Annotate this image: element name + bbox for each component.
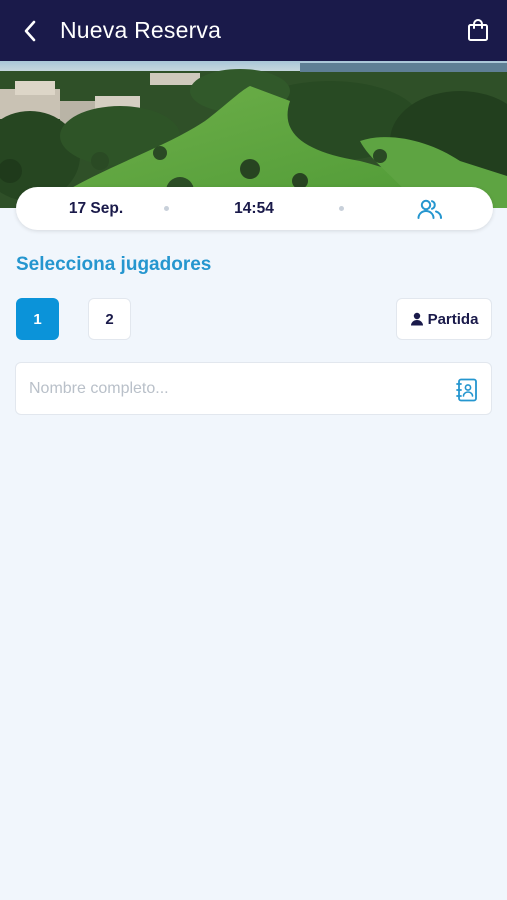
- select-players-title: Selecciona jugadores: [16, 254, 212, 275]
- booking-summary-bar: 17 Sep. 14:54: [16, 187, 493, 230]
- golf-course-image: [0, 61, 507, 208]
- app-header: Nueva Reserva: [0, 0, 507, 61]
- contacts-book-icon[interactable]: [456, 378, 478, 402]
- cart-button[interactable]: [465, 17, 491, 43]
- partida-button[interactable]: Partida: [396, 298, 492, 340]
- partida-label: Partida: [427, 310, 479, 328]
- booking-time: 14:54: [234, 199, 274, 217]
- separator-dot: [164, 206, 169, 211]
- booking-date: 17 Sep.: [68, 199, 124, 217]
- page-title: Nueva Reserva: [60, 17, 222, 43]
- separator-dot: [339, 206, 344, 211]
- player-count-2-button[interactable]: 2: [88, 298, 131, 340]
- user-icon: [410, 312, 423, 326]
- chevron-left-icon: [24, 20, 36, 41]
- player-count-1-button[interactable]: 1: [16, 298, 59, 340]
- shopping-bag-icon: [468, 19, 488, 41]
- full-name-field: [15, 362, 492, 415]
- full-name-input[interactable]: [16, 363, 436, 414]
- users-icon[interactable]: [417, 197, 443, 221]
- back-button[interactable]: [0, 0, 60, 61]
- golf-course-illustration: [0, 61, 507, 208]
